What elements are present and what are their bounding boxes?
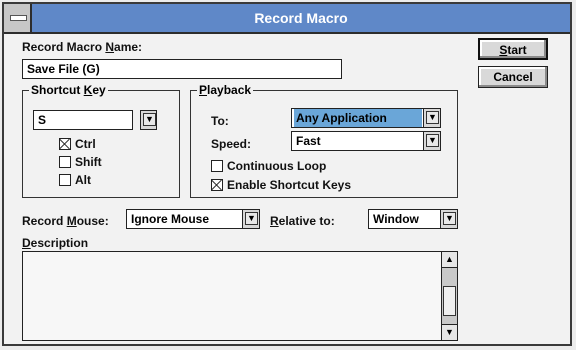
title-bar: Record Macro — [4, 4, 570, 34]
description-label: Description — [22, 236, 89, 250]
shift-checkbox[interactable] — [59, 156, 71, 168]
shortcut-key-dropdown-button[interactable]: ▼ — [140, 110, 157, 130]
playback-group: Playback To: Any Application ▼ Speed: Fa… — [190, 83, 458, 198]
record-mouse-dropdown-button[interactable]: ▼ — [242, 210, 259, 228]
chevron-down-icon: ▼ — [443, 212, 456, 225]
relative-to-select[interactable]: Window ▼ — [368, 209, 458, 229]
scroll-down-icon[interactable]: ▼ — [442, 324, 457, 340]
scroll-up-icon[interactable]: ▲ — [442, 252, 457, 268]
playback-speed-dropdown-button[interactable]: ▼ — [423, 132, 440, 150]
chevron-down-icon: ▼ — [426, 111, 439, 124]
record-mouse-value: Ignore Mouse — [131, 212, 210, 226]
chevron-down-icon: ▼ — [426, 134, 439, 147]
shift-label: Shift — [75, 155, 102, 169]
ctrl-checkbox[interactable] — [59, 138, 71, 150]
shortcut-key-group: Shortcut Key S ▼ Ctrl Shift Alt — [22, 83, 180, 198]
playback-to-value: Any Application — [294, 109, 422, 127]
alt-checkbox[interactable] — [59, 174, 71, 186]
relative-to-label: Relative to: — [270, 214, 335, 228]
playback-speed-value: Fast — [296, 134, 321, 148]
relative-to-value: Window — [373, 212, 419, 226]
window-title: Record Macro — [254, 10, 348, 26]
start-button[interactable]: Start — [478, 38, 548, 60]
alt-label: Alt — [75, 173, 91, 187]
record-macro-dialog: Record Macro Record Macro Name: Save Fil… — [2, 2, 572, 346]
relative-to-dropdown-button[interactable]: ▼ — [440, 210, 457, 228]
playback-label: Playback — [197, 83, 254, 97]
description-textarea[interactable]: ▲ ▼ — [22, 251, 458, 341]
record-mouse-label: Record Mouse: — [22, 214, 109, 228]
continuous-loop-checkbox[interactable] — [211, 160, 223, 172]
playback-to-select[interactable]: Any Application ▼ — [291, 108, 441, 128]
chevron-down-icon: ▼ — [245, 212, 258, 225]
playback-speed-select[interactable]: Fast ▼ — [291, 131, 441, 151]
speed-label: Speed: — [211, 137, 252, 151]
enable-shortcut-keys-checkbox[interactable] — [211, 179, 223, 191]
cancel-button[interactable]: Cancel — [478, 66, 548, 88]
scroll-thumb[interactable] — [443, 286, 456, 316]
enable-shortcut-keys-label: Enable Shortcut Keys — [227, 178, 352, 192]
continuous-loop-label: Continuous Loop — [227, 159, 327, 173]
shortcut-key-input[interactable]: S — [33, 110, 133, 130]
system-menu-icon[interactable] — [4, 4, 32, 32]
ctrl-label: Ctrl — [75, 137, 96, 151]
description-scrollbar[interactable]: ▲ ▼ — [441, 252, 457, 340]
chevron-down-icon: ▼ — [143, 113, 156, 126]
to-label: To: — [211, 114, 229, 128]
record-mouse-select[interactable]: Ignore Mouse ▼ — [126, 209, 260, 229]
shortcut-key-label: Shortcut Key — [29, 83, 108, 97]
macro-name-label: Record Macro Name: — [22, 40, 143, 54]
macro-name-input[interactable]: Save File (G) — [22, 59, 342, 79]
playback-to-dropdown-button[interactable]: ▼ — [423, 109, 440, 127]
